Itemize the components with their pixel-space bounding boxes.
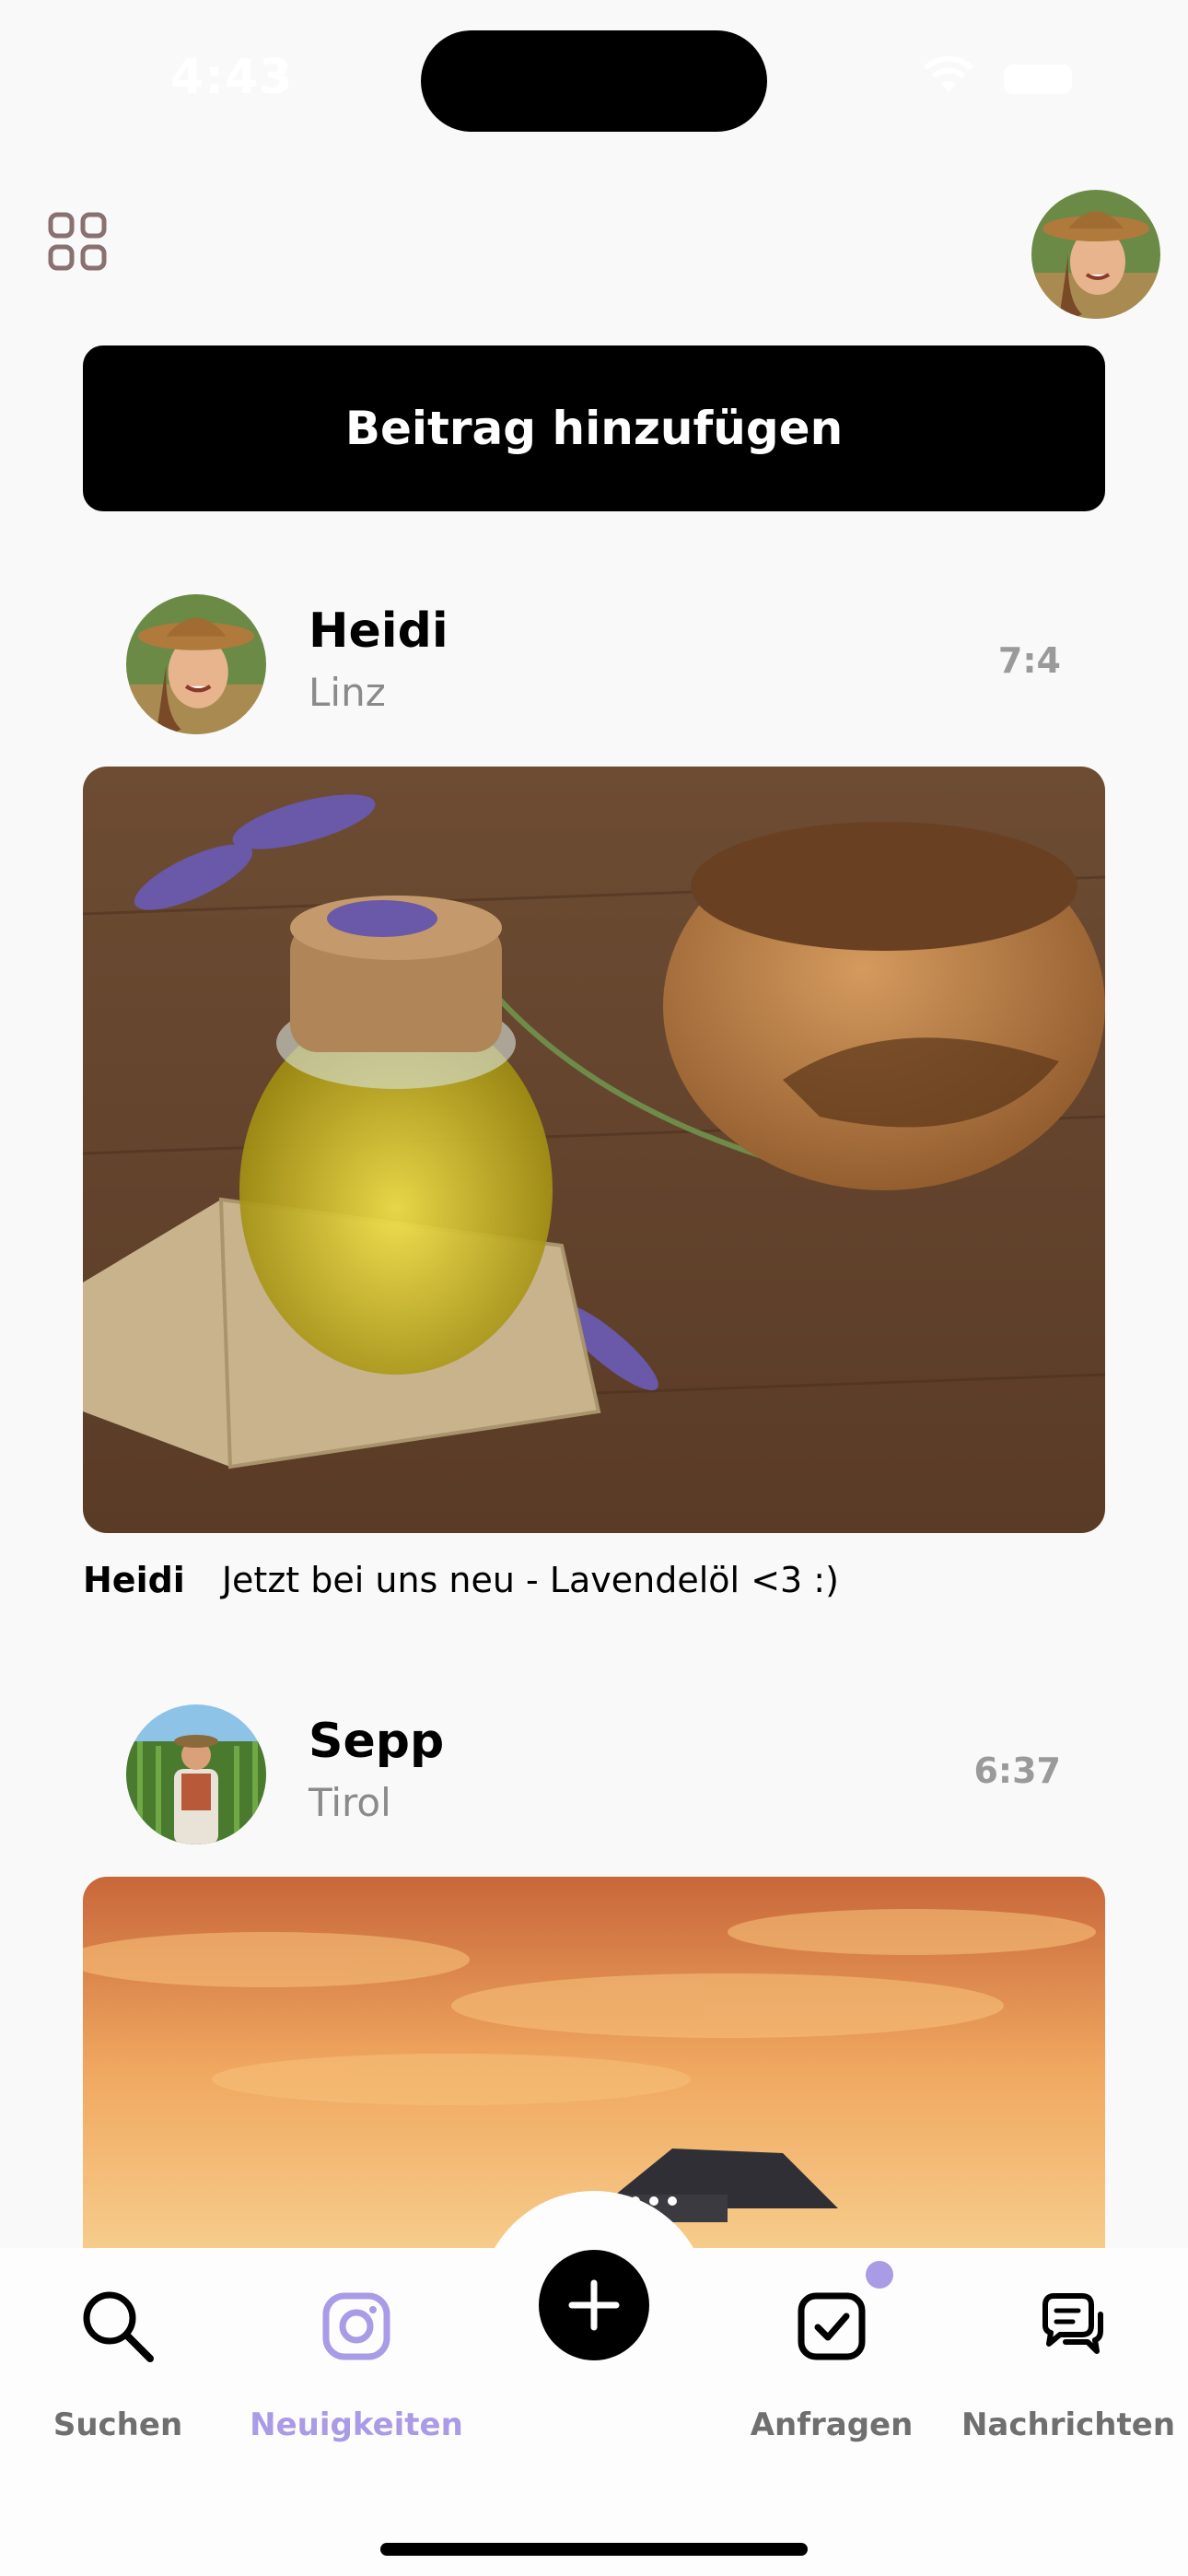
dynamic-island (421, 30, 767, 132)
instagram-icon (322, 2292, 390, 2360)
avatar[interactable] (126, 594, 266, 734)
caption-author[interactable]: Heidi (83, 1560, 185, 1600)
home-indicator (380, 2543, 808, 2556)
nav-label: Nachrichten (961, 2406, 1176, 2443)
post-time: 6:37 (973, 1751, 1061, 1791)
wifi-icon (923, 55, 974, 92)
post-author-name[interactable]: Sepp (309, 1714, 444, 1769)
checkbox-icon (798, 2292, 866, 2360)
post-header: Sepp Tirol 6:37 (0, 1704, 1188, 1852)
notification-badge (866, 2261, 893, 2289)
nav-item-messages[interactable]: Nachrichten (958, 2248, 1179, 2460)
caption-text: Jetzt bei uns neu - Lavendelöl <3 :) (221, 1560, 839, 1600)
profile-avatar[interactable] (1031, 190, 1160, 319)
post-header: Heidi Linz 7:4 (0, 594, 1188, 742)
avatar[interactable] (126, 1704, 266, 1844)
post-time: 7:4 (997, 640, 1061, 681)
chat-icon (1042, 2293, 1103, 2354)
add-post-button[interactable]: Beitrag hinzufügen (83, 345, 1105, 511)
nav-label: Anfragen (750, 2406, 914, 2443)
post-author-location: Tirol (309, 1780, 391, 1825)
add-button[interactable] (539, 2250, 649, 2360)
post-author-name[interactable]: Heidi (309, 603, 448, 659)
post-author-location: Linz (309, 670, 386, 715)
battery-icon (1004, 64, 1072, 94)
nav-item-news[interactable]: Neuigkeiten (246, 2248, 467, 2460)
post-caption: Heidi Jetzt bei uns neu - Lavendelöl <3 :… (83, 1560, 839, 1600)
nav-item-requests[interactable]: Anfragen (721, 2248, 942, 2460)
search-icon (83, 2291, 154, 2362)
grid-icon[interactable] (46, 210, 109, 273)
plus-icon (568, 2279, 620, 2331)
nav-label: Suchen (52, 2406, 183, 2443)
status-time: 4:43 (170, 50, 294, 105)
post-image[interactable] (83, 767, 1105, 1533)
status-bar: 4:43 (0, 0, 1188, 157)
nav-label: Neuigkeiten (250, 2406, 463, 2443)
nav-item-search[interactable]: Suchen (7, 2248, 228, 2460)
